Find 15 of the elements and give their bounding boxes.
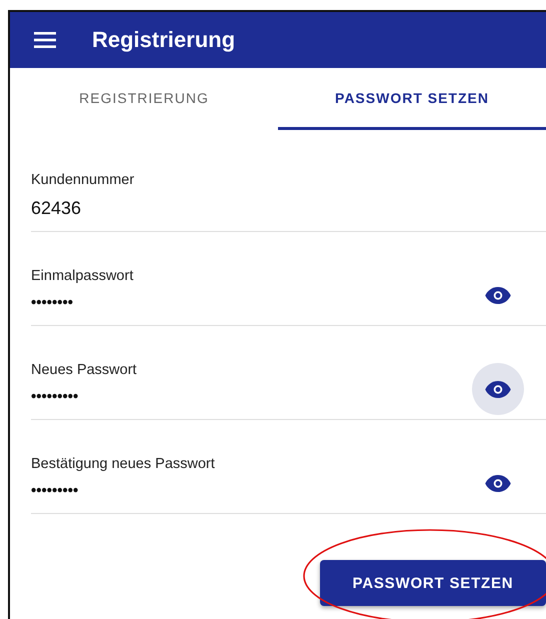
eye-icon <box>485 286 511 304</box>
app-title: Registrierung <box>92 27 236 53</box>
field-label: Neues Passwort <box>31 362 138 378</box>
eye-icon <box>485 380 511 398</box>
input-field[interactable]: ••••••••• <box>31 482 331 499</box>
input-field[interactable]: ••••••••• <box>31 388 331 405</box>
field-label: Einmalpasswort <box>31 268 134 284</box>
field-label: Kundennummer <box>31 172 136 188</box>
eye-icon <box>485 474 511 492</box>
input-field[interactable]: 62436 <box>31 198 331 219</box>
input-field[interactable]: •••••••• <box>31 294 331 311</box>
menu-icon[interactable] <box>34 32 56 48</box>
show-password-button[interactable] <box>472 363 524 415</box>
set-password-button[interactable]: PASSWORT SETZEN <box>320 560 546 606</box>
field-label: Bestätigung neues Passwort <box>31 456 216 472</box>
